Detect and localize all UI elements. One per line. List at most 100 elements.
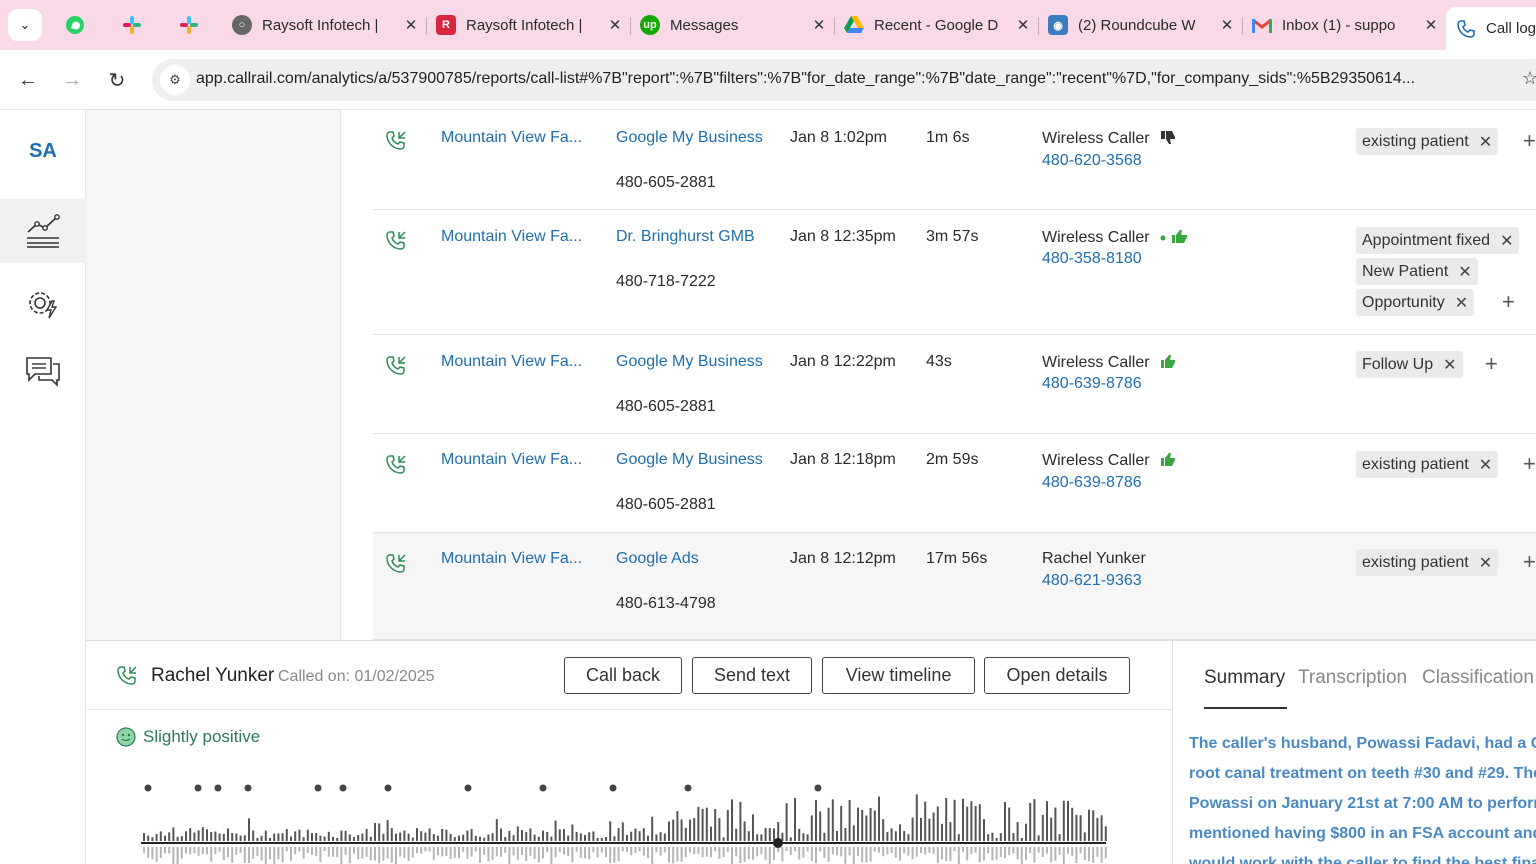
waveform-bar-lower bbox=[424, 847, 427, 852]
waveform-bar-lower bbox=[705, 847, 708, 857]
thumbs-down-icon[interactable] bbox=[1160, 129, 1176, 145]
close-tab-icon[interactable]: ✕ bbox=[1420, 16, 1442, 34]
remove-tag-icon[interactable]: ✕ bbox=[1455, 293, 1468, 313]
source-link[interactable]: Google My Business bbox=[616, 353, 763, 371]
company-link[interactable]: Mountain View Fa... bbox=[441, 129, 582, 147]
waveform-bar-upper bbox=[764, 827, 767, 841]
waveform-bar-lower bbox=[886, 847, 889, 855]
waveform-bar-upper bbox=[869, 808, 872, 841]
roundcube-icon: ◉ bbox=[1048, 15, 1068, 35]
address-bar[interactable]: ⚙ app.callrail.com/analytics/a/537900785… bbox=[152, 59, 1536, 101]
slack-pinned-tab-1[interactable] bbox=[115, 9, 149, 41]
close-tab-icon[interactable]: ✕ bbox=[400, 16, 422, 34]
caller-phone-link[interactable]: 480-358-8180 bbox=[1042, 250, 1142, 268]
waveform-bar-upper bbox=[882, 819, 885, 841]
add-tag-icon[interactable]: + bbox=[1523, 451, 1536, 477]
company-link[interactable]: Mountain View Fa... bbox=[441, 353, 582, 371]
forward-arrow-icon[interactable]: → bbox=[57, 65, 87, 95]
whatsapp-pinned-tab[interactable] bbox=[58, 9, 92, 41]
waveform-bar-upper bbox=[932, 812, 935, 841]
caller-phone-link[interactable]: 480-621-9363 bbox=[1042, 572, 1142, 590]
add-tag-icon[interactable]: + bbox=[1485, 351, 1498, 377]
view-timeline-button[interactable]: View timeline bbox=[822, 657, 975, 694]
remove-tag-icon[interactable]: ✕ bbox=[1443, 355, 1456, 375]
waveform-bar-upper bbox=[726, 810, 729, 841]
browser-tab[interactable]: ○ Raysoft Infotech | ✕ bbox=[222, 7, 427, 43]
remove-tag-icon[interactable]: ✕ bbox=[1479, 132, 1492, 152]
table-row[interactable]: Mountain View Fa... Google My Business 4… bbox=[373, 110, 1536, 210]
close-tab-icon[interactable]: ✕ bbox=[1216, 16, 1238, 34]
speaker-marker bbox=[384, 784, 392, 792]
company-link[interactable]: Mountain View Fa... bbox=[441, 451, 582, 469]
call-audio-waveform[interactable] bbox=[141, 771, 1181, 864]
source-link[interactable]: Google My Business bbox=[616, 451, 763, 469]
waveform-bar-upper bbox=[609, 821, 612, 841]
waveform-bar-lower bbox=[416, 847, 418, 854]
thumbs-up-icon[interactable] bbox=[1160, 451, 1176, 467]
remove-tag-icon[interactable]: ✕ bbox=[1458, 262, 1471, 282]
thumbs-up-icon[interactable] bbox=[1160, 228, 1188, 244]
browser-tab[interactable]: up Messages ✕ bbox=[630, 7, 835, 43]
add-tag-icon[interactable]: + bbox=[1523, 549, 1536, 575]
browser-tab-active[interactable]: Call log bbox=[1446, 7, 1536, 50]
slack-pinned-tab-2[interactable] bbox=[172, 9, 206, 41]
caller-phone-link[interactable]: 480-620-3568 bbox=[1042, 152, 1142, 170]
remove-tag-icon[interactable]: ✕ bbox=[1479, 455, 1492, 475]
table-row[interactable]: Mountain View Fa... Google My Business 4… bbox=[373, 335, 1536, 434]
browser-tab[interactable]: R Raysoft Infotech | ✕ bbox=[426, 7, 631, 43]
conversations-nav-item[interactable] bbox=[0, 340, 86, 404]
waveform-bar-upper bbox=[210, 832, 213, 841]
waveform-bar-upper bbox=[894, 831, 897, 841]
source-link[interactable]: Google My Business bbox=[616, 129, 763, 147]
call-back-button[interactable]: Call back bbox=[564, 657, 682, 694]
analytics-nav-item[interactable] bbox=[0, 199, 86, 263]
table-row[interactable]: Mountain View Fa... Dr. Bringhurst GMB 4… bbox=[373, 210, 1536, 335]
send-text-button[interactable]: Send text bbox=[692, 657, 812, 694]
company-link[interactable]: Mountain View Fa... bbox=[441, 228, 582, 246]
remove-tag-icon[interactable]: ✕ bbox=[1479, 553, 1492, 573]
tab-transcription[interactable]: Transcription bbox=[1298, 667, 1407, 689]
tab-summary[interactable]: Summary bbox=[1204, 667, 1285, 689]
globe-icon: ○ bbox=[232, 15, 252, 35]
account-initials[interactable]: SA bbox=[0, 140, 86, 163]
close-tab-icon[interactable]: ✕ bbox=[808, 16, 830, 34]
thumbs-up-icon[interactable] bbox=[1160, 353, 1176, 369]
waveform-bar-upper bbox=[987, 834, 990, 841]
waveform-bar-lower bbox=[869, 847, 872, 862]
back-arrow-icon[interactable]: ← bbox=[13, 65, 43, 95]
waveform-bar-lower bbox=[537, 847, 540, 863]
browser-tab[interactable]: ◉ (2) Roundcube W ✕ bbox=[1038, 7, 1243, 43]
table-row[interactable]: Mountain View Fa... Google My Business 4… bbox=[373, 434, 1536, 533]
open-details-button[interactable]: Open details bbox=[984, 657, 1130, 694]
browser-tab[interactable]: Recent - Google D ✕ bbox=[834, 7, 1039, 43]
waveform-bar-lower bbox=[521, 847, 523, 855]
playback-handle[interactable] bbox=[773, 838, 783, 848]
upwork-icon: up bbox=[640, 15, 660, 35]
add-tag-icon[interactable]: + bbox=[1502, 289, 1515, 315]
waveform-bar-lower bbox=[999, 847, 1002, 857]
reload-icon[interactable]: ↻ bbox=[102, 65, 132, 95]
tab-search-chevron-icon[interactable]: ⌄ bbox=[8, 9, 42, 41]
remove-tag-icon[interactable]: ✕ bbox=[1500, 231, 1513, 251]
source-link[interactable]: Dr. Bringhurst GMB bbox=[616, 228, 755, 246]
company-link[interactable]: Mountain View Fa... bbox=[441, 550, 582, 568]
site-info-icon[interactable]: ⚙ bbox=[160, 65, 190, 95]
waveform-bar-upper bbox=[290, 836, 292, 841]
add-tag-icon[interactable]: + bbox=[1523, 128, 1536, 154]
waveform-bar-lower bbox=[605, 847, 607, 858]
settings-nav-item[interactable] bbox=[0, 272, 86, 336]
table-row-selected[interactable]: Mountain View Fa... Google Ads 480-613-4… bbox=[373, 533, 1536, 640]
caller-phone-link[interactable]: 480-639-8786 bbox=[1042, 375, 1142, 393]
caller-phone-link[interactable]: 480-639-8786 bbox=[1042, 474, 1142, 492]
source-link[interactable]: Google Ads bbox=[616, 550, 699, 568]
tab-classification[interactable]: Classification bbox=[1422, 667, 1534, 689]
waveform-bar-lower bbox=[445, 847, 448, 856]
url-text[interactable]: app.callrail.com/analytics/a/537900785/r… bbox=[196, 70, 1516, 88]
close-tab-icon[interactable]: ✕ bbox=[604, 16, 626, 34]
waveform-bar-upper bbox=[1020, 837, 1023, 841]
waveform-bar-lower bbox=[626, 847, 628, 852]
browser-tab[interactable]: Inbox (1) - suppo ✕ bbox=[1242, 7, 1446, 43]
bookmark-star-icon[interactable]: ☆ bbox=[1522, 68, 1536, 89]
close-tab-icon[interactable]: ✕ bbox=[1012, 16, 1034, 34]
chat-bubbles-icon bbox=[26, 357, 60, 387]
